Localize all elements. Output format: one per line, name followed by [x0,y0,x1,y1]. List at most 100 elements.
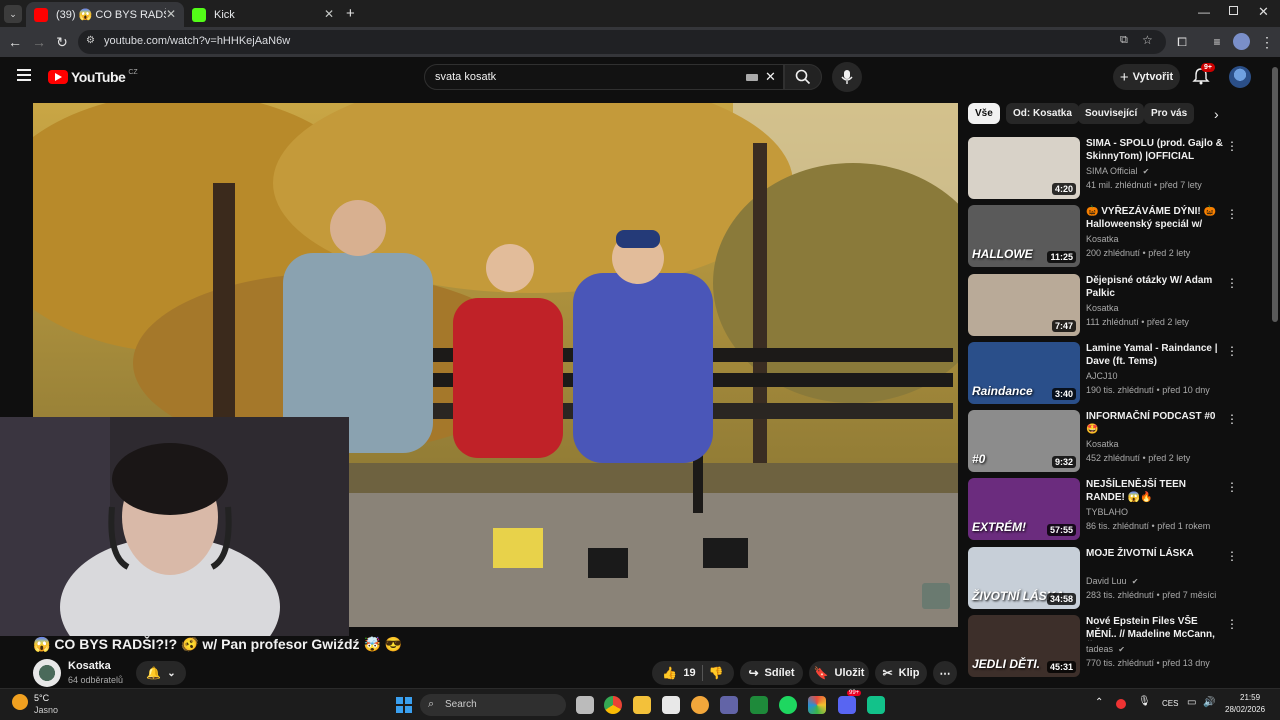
app-green-icon[interactable] [750,696,768,714]
photos-icon[interactable] [808,696,826,714]
create-button[interactable]: + Vytvořit [1113,64,1180,90]
close-tab-icon[interactable]: ✕ [166,7,176,21]
reload-icon[interactable]: ↻ [53,33,71,51]
chrome-icon[interactable] [604,696,622,714]
windows-start-icon[interactable] [396,697,412,713]
more-actions-button[interactable]: ⋯ [933,661,957,685]
recommendation-item[interactable]: Raindance 3:40 Lamine Yamal - Raindance | … [968,342,1258,404]
subscription-button[interactable]: 🔔 ⌄ [136,661,186,685]
page-scrollbar[interactable] [1270,57,1280,688]
more-vertical-icon[interactable]: ⋮ [1226,412,1238,426]
recommendation-item[interactable]: EXTRÉM! 57:55 NEJŠÍLENĚJŠÍ TEEN RANDE! 😱🔥 T… [968,478,1258,540]
save-button[interactable]: 🔖 Uložit [809,661,869,685]
voice-search-button[interactable] [832,62,862,92]
more-vertical-icon[interactable]: ⋮ [1226,139,1238,153]
more-vertical-icon[interactable]: ⋮ [1226,480,1238,494]
more-vertical-icon[interactable]: ⋮ [1226,344,1238,358]
browser-menu-icon[interactable]: ⋮ [1258,33,1276,51]
recommendation-item[interactable]: 7:47 Dějepisné otázky W/ Adam Palkic Kosat… [968,274,1258,336]
recommendation-item[interactable]: ŽIVOTNÍ LÁSKA 34:58 MOJE ŽIVOTNÍ LÁSKA Davi… [968,547,1258,609]
microsoft-store-icon[interactable] [662,696,680,714]
video-thumbnail[interactable]: EXTRÉM! 57:55 [968,478,1080,540]
clock-date[interactable]: 28/02/2026 [1225,705,1265,714]
recommendation-item[interactable]: JEDLI DĚTI. 45:31 Nové Epstein Files VŠE M… [968,615,1258,677]
hamburger-menu-icon[interactable] [17,69,31,81]
search-input[interactable]: svata kosatk ✕ [424,64,784,90]
tab-youtube[interactable]: (39) 😱 CO BYS RADŠI?!? 🫨 🔊 ✕ [26,2,184,27]
video-thumbnail[interactable]: #0 9:32 [968,410,1080,472]
clear-search-icon[interactable]: ✕ [765,69,776,85]
video-thumbnail[interactable]: Raindance 3:40 [968,342,1080,404]
video-thumbnail[interactable]: HALLOWE 11:25 [968,205,1080,267]
chip-for-you[interactable]: Pro vás [1144,103,1195,124]
chevron-right-icon[interactable]: › [1214,106,1219,122]
close-window-button[interactable]: ✕ [1258,4,1269,20]
weather-widget[interactable]: 5°C Jasno [12,692,82,718]
search-button[interactable] [784,64,822,90]
recommendation-item[interactable]: 4:20 SIMA - SPOLU (prod. Gajlo & SkinnyTo… [968,137,1258,199]
new-tab-button[interactable]: + [346,5,355,22]
chip-all[interactable]: Vše [968,103,1000,124]
network-icon[interactable]: ▭ [1187,697,1196,708]
clock-time[interactable]: 21:59 [1240,693,1260,702]
install-app-icon[interactable]: ⧉ [1120,34,1128,47]
recommendation-item[interactable]: HALLOWE 11:25 🎃 VYŘEZÁVÁME DÝNI! 🎃 Hallowe… [968,205,1258,267]
app-teal-icon[interactable] [867,696,885,714]
teams-icon[interactable] [720,696,738,714]
bookmark-star-icon[interactable]: ☆ [1142,33,1153,47]
discord-icon[interactable]: 99+ [838,690,862,714]
volume-icon[interactable]: 🔊 [1203,697,1215,708]
language-indicator[interactable]: CES [1162,699,1178,708]
recommendation-title[interactable]: NEJŠÍLENĚJŠÍ TEEN RANDE! 😱🔥 [1086,478,1226,504]
tray-app-icon[interactable] [1116,699,1126,709]
recommendation-title[interactable]: Dějepisné otázky W/ Adam Palkic [1086,274,1226,300]
file-explorer-icon[interactable] [633,696,651,714]
recommendation-title[interactable]: INFORMAČNÍ PODCAST #0 🤩 [1086,410,1226,436]
share-button[interactable]: ↪ Sdílet [740,661,803,685]
video-thumbnail[interactable]: 7:47 [968,274,1080,336]
recommendation-title[interactable]: MOJE ŽIVOTNÍ LÁSKA [1086,547,1226,560]
recommendation-title[interactable]: 🎃 VYŘEZÁVÁME DÝNI! 🎃 Halloweenský speciá… [1086,205,1226,231]
chip-related[interactable]: Související [1078,103,1145,124]
recommendation-title[interactable]: Lamine Yamal - Raindance | Dave (ft. Tem… [1086,342,1226,368]
keyboard-icon[interactable] [746,74,758,81]
dislike-button[interactable]: 👎 [709,666,724,680]
chip-from-channel[interactable]: Od: Kosatka [1006,103,1079,124]
channel-name[interactable]: Kosatka [68,660,111,672]
microphone-tray-icon[interactable]: 🎙 [1138,696,1151,707]
close-tab-icon[interactable]: ✕ [324,7,334,21]
site-info-icon[interactable]: ⚙ [86,35,95,46]
maximize-button[interactable] [1229,6,1238,15]
video-thumbnail[interactable]: ŽIVOTNÍ LÁSKA 34:58 [968,547,1080,609]
extensions-icon[interactable]: ⧠ [1173,33,1191,51]
obs-icon[interactable] [691,696,709,714]
video-thumbnail[interactable]: 4:20 [968,137,1080,199]
media-control-icon[interactable]: ≡ [1208,33,1226,51]
recommendation-title[interactable]: SIMA - SPOLU (prod. Gajlo & SkinnyTom) |… [1086,137,1226,163]
more-vertical-icon[interactable]: ⋮ [1226,617,1238,631]
taskbar-search[interactable]: ⌕ Search [420,694,566,716]
account-avatar[interactable] [1229,66,1251,88]
spotify-icon[interactable] [779,696,797,714]
like-button[interactable]: 👍 19 [662,666,695,680]
clip-button[interactable]: ✂ Klip [875,661,927,685]
youtube-logo[interactable]: YouTube CZ [48,69,138,85]
url-bar[interactable]: ⚙ youtube.com/watch?v=hHHKejAaN6w ⧉ ☆ [78,30,1166,54]
more-vertical-icon[interactable]: ⋮ [1226,276,1238,290]
back-icon[interactable]: ← [6,33,24,51]
tab-kick[interactable]: Kick ✕ [184,2,342,27]
forward-icon[interactable]: → [30,33,48,51]
notifications-button[interactable]: 9+ [1192,63,1215,87]
scrollbar-thumb[interactable] [1272,67,1278,322]
tab-list-button[interactable]: ⌄ [4,5,22,23]
task-view-icon[interactable] [576,696,594,714]
profile-avatar-icon[interactable] [1233,33,1250,50]
recommendation-item[interactable]: #0 9:32 INFORMAČNÍ PODCAST #0 🤩 Kosatka 452 … [968,410,1258,472]
more-vertical-icon[interactable]: ⋮ [1226,549,1238,563]
more-vertical-icon[interactable]: ⋮ [1226,207,1238,221]
video-thumbnail[interactable]: JEDLI DĚTI. 45:31 [968,615,1080,677]
minimize-button[interactable]: — [1198,5,1210,19]
channel-avatar[interactable] [33,659,61,687]
chevron-up-icon[interactable]: ⌃ [1095,697,1103,708]
recommendation-title[interactable]: Nové Epstein Files VŠE MĚNÍ.. // Madelin… [1086,615,1226,641]
